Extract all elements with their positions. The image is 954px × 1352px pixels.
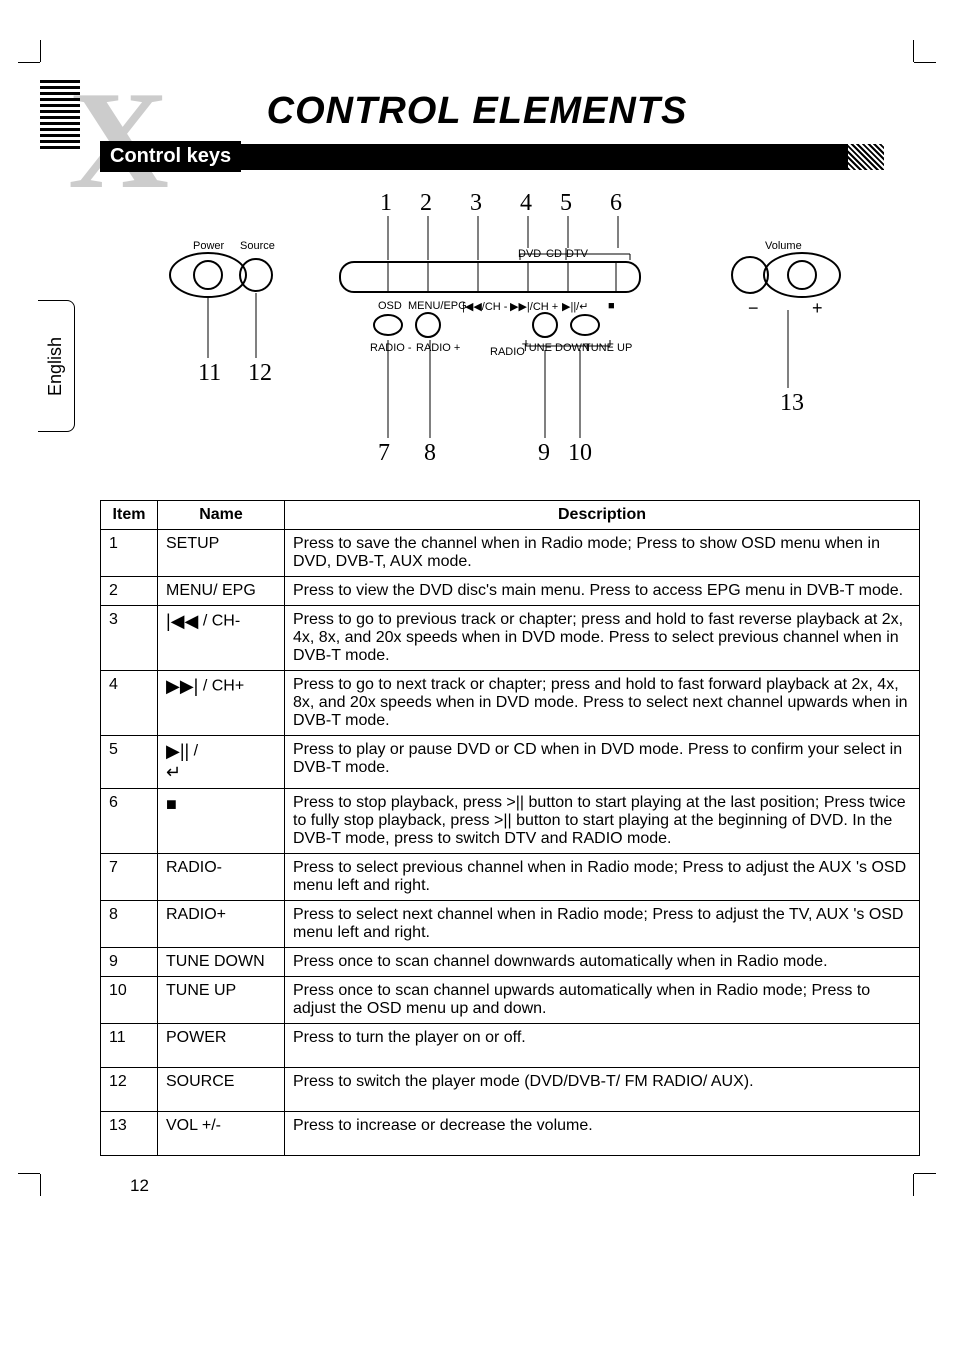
control-diagram: 1 2 3 4 5 6 11 12 7 8 9 10 13 Power Sour… — [130, 190, 854, 480]
language-tab: English — [38, 300, 75, 432]
section-header: Control keys — [70, 141, 884, 172]
table-row: 6 ■ Press to stop playback, press >|| bu… — [101, 789, 920, 854]
table-row: 4 ▶▶| / CH+ Press to go to next track or… — [101, 671, 920, 736]
language-label: English — [46, 336, 67, 395]
table-row: 7RADIO-Press to select previous channel … — [101, 854, 920, 901]
table-row: 5 ▶|| / ↵ Press to play or pause DVD or … — [101, 736, 920, 789]
stop-icon: ■ — [166, 794, 177, 814]
section-title: Control keys — [100, 141, 241, 172]
th-item: Item — [101, 501, 158, 530]
table-row: 12SOURCEPress to switch the player mode … — [101, 1068, 920, 1112]
table-row: 10TUNE UPPress once to scan channel upwa… — [101, 977, 920, 1024]
control-table: Item Name Description 1SETUPPress to sav… — [100, 500, 920, 1156]
table-row: 2MENU/ EPGPress to view the DVD disc's m… — [101, 577, 920, 606]
prev-track-icon: |◀◀ — [166, 611, 198, 631]
table-row: 11POWERPress to turn the player on or of… — [101, 1024, 920, 1068]
header-ornament: X — [40, 80, 110, 190]
table-row: 3 |◀◀ / CH- Press to go to previous trac… — [101, 606, 920, 671]
play-pause-icon: ▶|| — [166, 741, 189, 761]
page-title: CONTROL ELEMENTS — [70, 90, 884, 133]
enter-icon: ↵ — [166, 762, 181, 782]
table-row: 9TUNE DOWNPress once to scan channel dow… — [101, 948, 920, 977]
th-name: Name — [158, 501, 285, 530]
next-track-icon: ▶▶| — [166, 676, 198, 696]
table-row: 1SETUPPress to save the channel when in … — [101, 530, 920, 577]
table-row: 8RADIO+Press to select next channel when… — [101, 901, 920, 948]
th-desc: Description — [285, 501, 920, 530]
page-number: 12 — [130, 1176, 884, 1196]
table-row: 13VOL +/-Press to increase or decrease t… — [101, 1112, 920, 1156]
